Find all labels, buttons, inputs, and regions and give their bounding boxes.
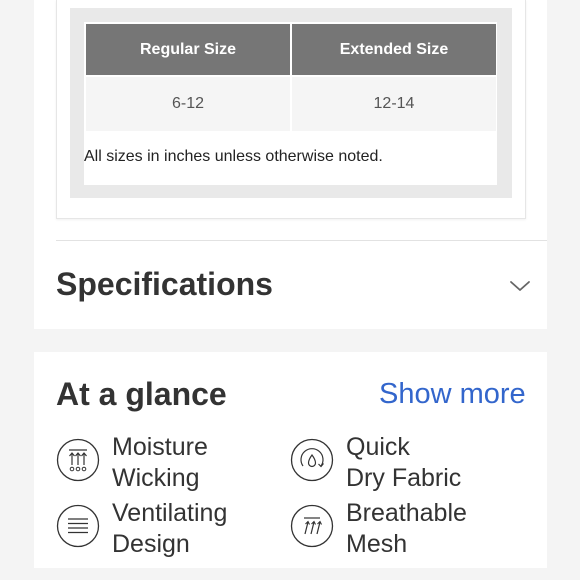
column-header-regular-size: Regular Size: [86, 24, 291, 76]
at-a-glance-title: At a glance: [56, 376, 227, 412]
feature-label: Quick Dry Fabric: [346, 432, 526, 494]
quick-dry-icon: [290, 438, 334, 482]
ventilating-icon: [56, 504, 100, 548]
size-chart-note: All sizes in inches unless otherwise not…: [84, 148, 383, 165]
feature-label-line1: Moisture: [112, 433, 208, 461]
feature-label-line2: Design: [112, 530, 190, 558]
feature-label-line2: Mesh: [346, 530, 408, 558]
breathable-mesh-icon: [290, 504, 334, 548]
feature-label-line1: Ventilating: [112, 499, 228, 527]
feature-label-line2: Wicking: [112, 464, 200, 492]
table-cell-regular-size: 6-12: [86, 75, 291, 131]
moisture-wicking-icon: [56, 438, 100, 482]
feature-label: Ventilating Design: [112, 498, 292, 560]
feature-label-line2: Dry Fabric: [346, 464, 462, 492]
table-row: 6-12 12-14: [86, 75, 496, 131]
size-chart-table: Regular Size Extended Size 6-12 12-14: [86, 24, 496, 131]
chevron-down-icon[interactable]: [508, 278, 532, 294]
show-more-link[interactable]: Show more: [379, 378, 526, 411]
feature-label-line1: Quick: [346, 433, 410, 461]
table-cell-extended-size: 12-14: [290, 75, 496, 131]
feature-label-line1: Breathable: [346, 499, 467, 527]
specifications-title: Specifications: [56, 266, 273, 302]
feature-label: Moisture Wicking: [112, 432, 292, 494]
feature-label: Breathable Mesh: [346, 498, 526, 560]
column-header-extended-size: Extended Size: [290, 24, 496, 76]
